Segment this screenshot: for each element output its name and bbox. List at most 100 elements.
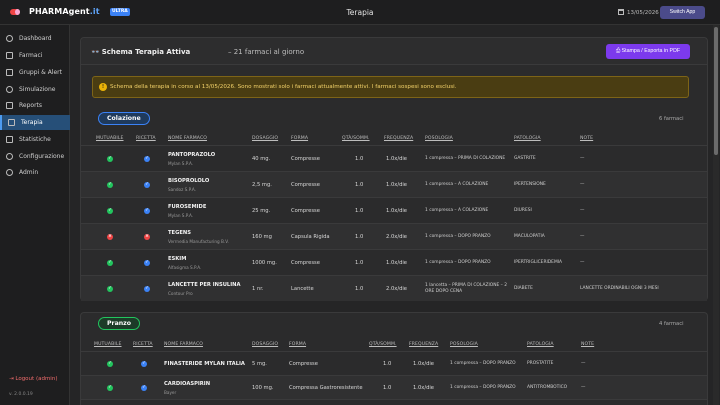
sidebar-item-gruppi[interactable]: Gruppi & Alert bbox=[0, 65, 70, 80]
drug-note: — bbox=[580, 234, 585, 239]
card-header: 👓 Schema Terapia Attiva – 21 farmaci al g… bbox=[81, 38, 707, 65]
col-frequenza[interactable]: FREQUENZA bbox=[384, 136, 413, 141]
section-colazione: Colazione bbox=[98, 112, 150, 125]
sidebar-item-dashboard[interactable]: Dashboard bbox=[0, 31, 70, 46]
ricetta-status-icon: ✓ bbox=[144, 286, 150, 292]
table-row[interactable]: ✓ ✓ FINASTERIDE MYLAN ITALIA 5 mg. Compresse… bbox=[81, 351, 707, 375]
sidebar-item-label: Admin bbox=[19, 169, 39, 176]
info-icon: ! bbox=[99, 83, 107, 91]
sidebar-item-label: Dashboard bbox=[19, 35, 52, 42]
drug-dosage: 2,5 mg. bbox=[252, 182, 272, 188]
pranzo-card: Pranzo 4 farmaci MUTUABILE RICETTA NOME … bbox=[80, 312, 708, 405]
ricetta-status-icon: ✓ bbox=[144, 156, 150, 162]
col-posologia[interactable]: POSOLOGIA bbox=[450, 342, 478, 347]
drug-dosage: 25 mg. bbox=[252, 208, 271, 214]
ricetta-status-icon: × bbox=[144, 234, 150, 240]
pranzo-count: 4 farmaci bbox=[659, 321, 684, 327]
drug-pathology: DIABETE bbox=[514, 286, 533, 291]
col-qta[interactable]: QTÀ/SOMM. bbox=[369, 342, 397, 347]
col-note[interactable]: NOTE bbox=[580, 136, 593, 141]
drug-name: BISOPROLOLO bbox=[168, 178, 210, 184]
print-export-button[interactable]: ⎙ Stampa / Esporta in PDF bbox=[606, 44, 690, 59]
sidebar-item-label: Reports bbox=[19, 102, 43, 109]
sidebar-item-simulazione[interactable]: Simulazione bbox=[0, 82, 70, 97]
page-scrollbar[interactable] bbox=[713, 25, 719, 405]
col-posologia[interactable]: POSOLOGIA bbox=[425, 136, 453, 141]
drug-frequency: 1.0x/die bbox=[386, 182, 407, 188]
mutuabile-status-icon: ✓ bbox=[107, 182, 113, 188]
pill-icon bbox=[6, 52, 13, 59]
table-row[interactable]: ✓ ✓ BISOPROLOLO Sandoz S.P.A. 2,5 mg. Compres… bbox=[81, 171, 707, 197]
col-forma[interactable]: FORMA bbox=[289, 342, 306, 347]
glasses-icon: 👓 bbox=[91, 48, 100, 56]
drug-qty: 1.0 bbox=[355, 260, 364, 266]
table-row[interactable]: ✓ ✓ CARDIOASPIRIN Bayer 100 mg. Compressa Gas… bbox=[81, 375, 707, 399]
card-title: 👓 Schema Terapia Attiva bbox=[91, 48, 190, 56]
drug-name: PANTOPRAZOLO bbox=[168, 152, 216, 158]
mutuabile-status-icon: ✓ bbox=[107, 260, 113, 266]
simulation-icon bbox=[6, 86, 13, 93]
drug-qty: 1.0 bbox=[355, 156, 364, 162]
sidebar-item-reports[interactable]: Reports bbox=[0, 98, 70, 113]
calendar-icon bbox=[618, 9, 624, 15]
col-nome[interactable]: NOME FARMACO bbox=[168, 136, 207, 141]
sidebar-item-admin[interactable]: Admin bbox=[0, 165, 70, 180]
switch-app-button[interactable]: Switch App bbox=[660, 6, 705, 19]
table-row[interactable]: × × TEGENS Verrnedia Manufacturing B.V. 160 … bbox=[81, 223, 707, 249]
col-ricetta[interactable]: RICETTA bbox=[133, 342, 153, 347]
table-row[interactable]: ✓✓GLYXAMBI25 / 5 mg.Compresse1.01.0x/die… bbox=[81, 399, 707, 405]
col-mutuabile[interactable]: MUTUABILE bbox=[96, 136, 124, 141]
drug-dosage: 40 mg. bbox=[252, 156, 271, 162]
drug-frequency: 1.0x/die bbox=[413, 385, 434, 391]
table-row[interactable]: ✓ ✓ PANTOPRAZOLO Mylan S.P.A. 40 mg. Compress… bbox=[81, 145, 707, 171]
drug-dosage: 1000 mg. bbox=[252, 260, 277, 266]
ricetta-status-icon: ✓ bbox=[141, 385, 147, 391]
drug-maker: Mylan S.P.A. bbox=[168, 161, 194, 166]
colazione-count: 6 farmaci bbox=[659, 116, 684, 122]
top-bar: PHARMAgent.it ULTRA Terapia 13/05/2026 S… bbox=[0, 0, 720, 25]
col-forma[interactable]: FORMA bbox=[291, 136, 308, 141]
drug-posology: 1 compressa – DOPO PRANZO bbox=[450, 384, 516, 390]
logout-link[interactable]: ⇥ Logout (admin) bbox=[9, 376, 57, 382]
col-patologia[interactable]: PATOLOGIA bbox=[514, 136, 541, 141]
drug-qty: 1.0 bbox=[355, 234, 364, 240]
report-icon bbox=[6, 102, 13, 109]
sidebar-item-terapia[interactable]: Terapia bbox=[0, 115, 70, 130]
ricetta-status-icon: ✓ bbox=[144, 182, 150, 188]
sidebar-item-label: Terapia bbox=[21, 119, 43, 126]
col-dosaggio[interactable]: DOSAGGIO bbox=[252, 342, 278, 347]
mutuabile-status-icon: ✓ bbox=[107, 156, 113, 162]
gear-icon bbox=[6, 153, 13, 160]
col-qta[interactable]: QTÀ/SOMM. bbox=[342, 136, 370, 141]
sidebar-item-farmaci[interactable]: Farmaci bbox=[0, 48, 70, 63]
drug-posology: 1 compressa – DOPO PRANZO bbox=[450, 360, 516, 366]
drug-qty: 1.0 bbox=[355, 182, 364, 188]
drug-posology: 1 compressa – PRIMA DI COLAZIONE bbox=[425, 155, 506, 161]
drug-form: Capsula Rigida bbox=[291, 234, 330, 240]
table-row[interactable]: ✓ ✓ FUROSEMIDE Mylan S.P.A. 25 mg. Compresse 1… bbox=[81, 197, 707, 223]
col-ricetta[interactable]: RICETTA bbox=[136, 136, 156, 141]
col-patologia[interactable]: PATOLOGIA bbox=[527, 342, 554, 347]
col-dosaggio[interactable]: DOSAGGIO bbox=[252, 136, 278, 141]
drug-posology: 1 compressa – DOPO PRANZO bbox=[425, 233, 491, 239]
col-nome[interactable]: NOME FARMACO bbox=[164, 342, 203, 347]
drug-pathology: IPERTENSIONE bbox=[514, 182, 546, 187]
col-mutuabile[interactable]: MUTUABILE bbox=[94, 342, 122, 347]
drug-name: ESKIM bbox=[168, 256, 187, 262]
table-row[interactable]: ✓ ✓ ESKIM Alfasigma S.P.A. 1000 mg. Compresse… bbox=[81, 249, 707, 275]
drug-name: FUROSEMIDE bbox=[168, 204, 207, 210]
col-note[interactable]: NOTE bbox=[581, 342, 594, 347]
col-frequenza[interactable]: FREQUENZA bbox=[409, 342, 438, 347]
section-pranzo: Pranzo bbox=[98, 317, 141, 330]
drug-form: Compresse bbox=[291, 156, 320, 162]
sidebar-item-configurazione[interactable]: Configurazione bbox=[0, 149, 70, 164]
sidebar-item-statistiche[interactable]: Statistiche bbox=[0, 132, 70, 147]
scroll-thumb[interactable] bbox=[714, 27, 718, 155]
drug-frequency: 1.0x/die bbox=[386, 260, 407, 266]
mutuabile-status-icon: ✓ bbox=[107, 385, 113, 391]
drug-qty: 1.0 bbox=[355, 286, 364, 292]
card-title-text: Schema Terapia Attiva bbox=[101, 48, 191, 56]
table-row[interactable]: ✓ ✓ LANCETTE PER INSULINA Contour Pro 1 nr. L… bbox=[81, 275, 707, 301]
drug-posology: 1 compressa – A COLAZIONE bbox=[425, 207, 489, 213]
drug-name: FINASTERIDE MYLAN ITALIA bbox=[164, 361, 245, 367]
